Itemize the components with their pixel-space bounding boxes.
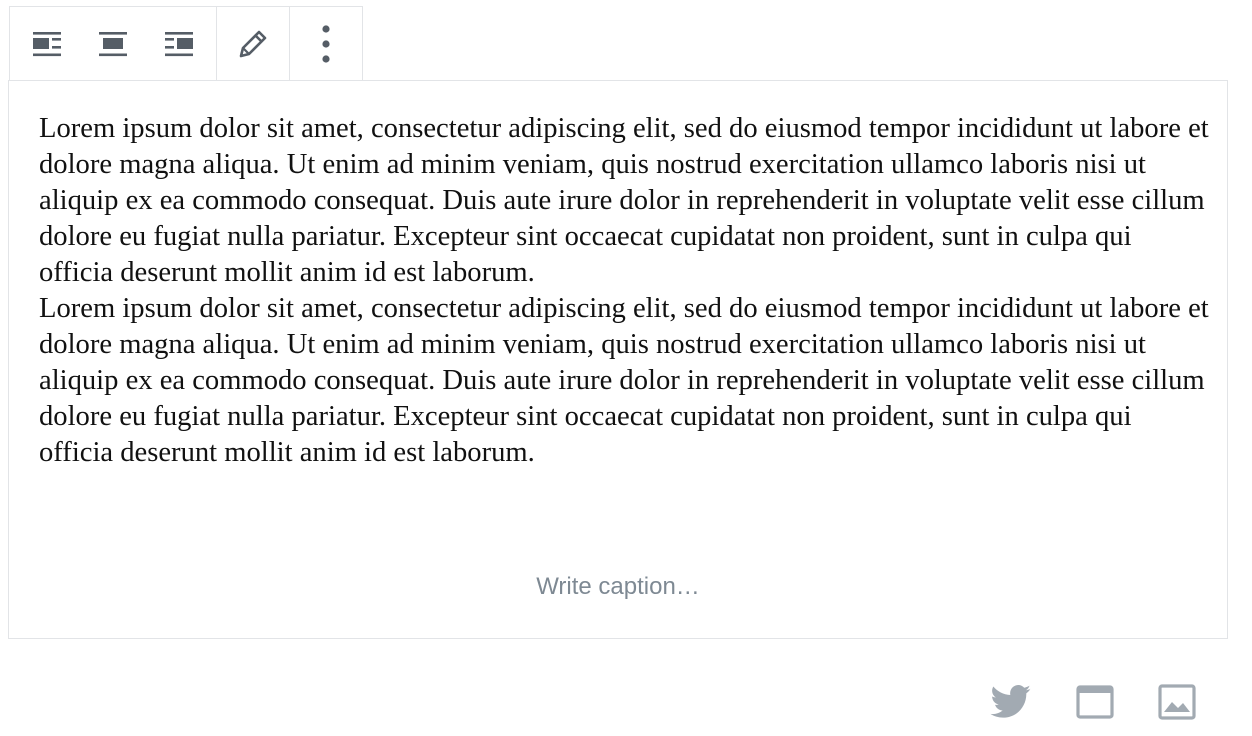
embed-content: Lorem ipsum dolor sit amet, consectetur … bbox=[39, 111, 1209, 471]
browser-window-icon[interactable] bbox=[1076, 685, 1114, 724]
align-left-button[interactable] bbox=[14, 8, 80, 80]
embed-block[interactable]: Lorem ipsum dolor sit amet, consectetur … bbox=[8, 80, 1228, 639]
block-toolbar bbox=[9, 6, 363, 80]
edit-pencil-icon bbox=[238, 29, 268, 59]
image-icon[interactable] bbox=[1158, 684, 1196, 725]
more-options-icon bbox=[320, 24, 332, 64]
edit-group bbox=[217, 7, 290, 80]
align-right-button[interactable] bbox=[146, 8, 212, 80]
caption-input[interactable]: Write caption… bbox=[9, 571, 1227, 603]
embed-paragraph: Lorem ipsum dolor sit amet, consectetur … bbox=[39, 293, 1209, 468]
align-center-button[interactable] bbox=[80, 8, 146, 80]
align-left-icon bbox=[32, 29, 62, 59]
embed-paragraph: Lorem ipsum dolor sit amet, consectetur … bbox=[39, 113, 1209, 288]
more-options-button[interactable] bbox=[290, 8, 362, 80]
align-right-icon bbox=[164, 29, 194, 59]
more-group bbox=[290, 7, 362, 80]
edit-button[interactable] bbox=[217, 8, 289, 80]
twitter-icon[interactable] bbox=[990, 685, 1032, 724]
embed-footer-icons bbox=[990, 684, 1196, 725]
align-center-icon bbox=[98, 29, 128, 59]
alignment-group bbox=[10, 7, 217, 80]
